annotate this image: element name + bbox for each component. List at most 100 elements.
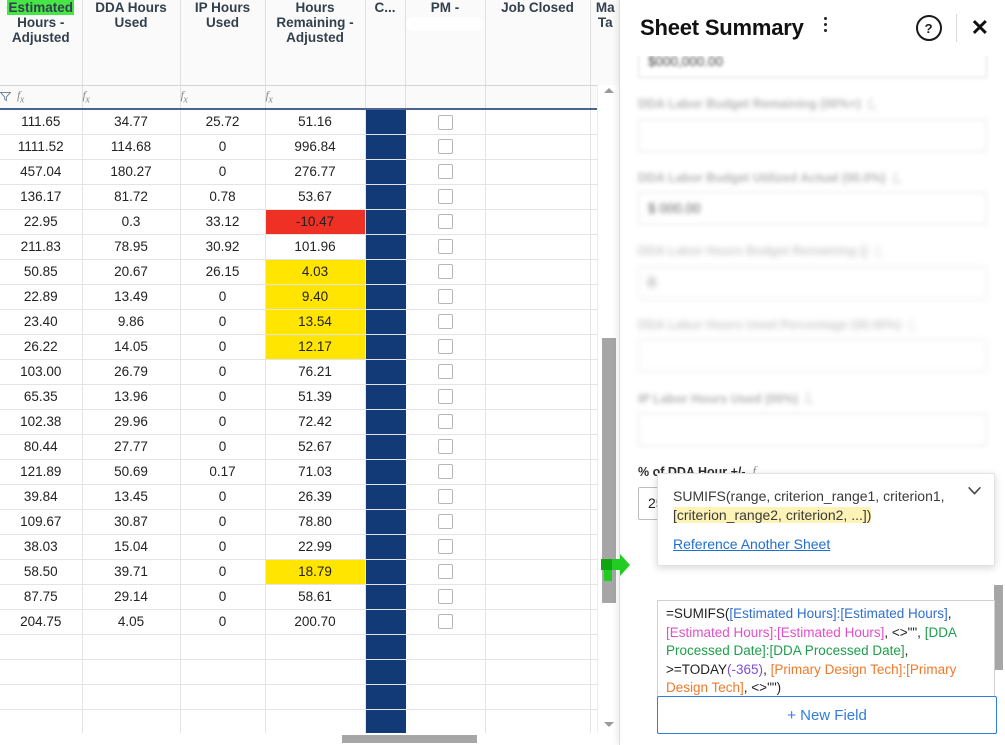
cell-pm-checkbox[interactable] — [405, 259, 486, 285]
cell-c-column[interactable] — [365, 159, 406, 185]
summary-field-redacted-4[interactable]: DDA Labor Hours Budget Remaining () fx 0 — [638, 242, 987, 299]
table-row[interactable] — [0, 709, 620, 735]
cell-estimated-hours-adjusted[interactable] — [0, 634, 83, 660]
cell-job-closed[interactable] — [485, 234, 591, 260]
cell-estimated-hours-adjusted[interactable]: 38.03 — [0, 534, 83, 560]
cell-hours-remaining-adjusted[interactable]: 76.21 — [265, 359, 366, 385]
cell-hours-remaining-adjusted[interactable] — [265, 659, 366, 685]
table-row[interactable]: 80.44 27.77 0 52.67 — [0, 434, 620, 460]
cell-c-column[interactable] — [365, 409, 406, 435]
table-row[interactable]: 109.67 30.87 0 78.80 — [0, 509, 620, 535]
cell-hours-remaining-adjusted[interactable]: 78.80 — [265, 509, 366, 535]
cell-c-column[interactable] — [365, 259, 406, 285]
cell-dda-hours-used[interactable] — [82, 659, 181, 685]
cell-ip-hours-used[interactable]: 0 — [180, 509, 266, 535]
cell-job-closed[interactable] — [485, 609, 591, 635]
cell-c-column[interactable] — [365, 634, 406, 660]
cell-job-closed[interactable] — [485, 384, 591, 410]
formula-icon[interactable]: fx — [83, 88, 90, 105]
table-row[interactable]: 22.95 0.3 33.12 -10.47 — [0, 209, 620, 235]
cell-job-closed[interactable] — [485, 459, 591, 485]
cell-hours-remaining-adjusted[interactable]: 996.84 — [265, 134, 366, 160]
cell-ip-hours-used[interactable]: 0.17 — [180, 459, 266, 485]
cell-dda-hours-used[interactable]: 0.3 — [82, 209, 181, 235]
checkbox-icon[interactable] — [437, 139, 453, 155]
cell-hours-remaining-adjusted[interactable]: 51.39 — [265, 384, 366, 410]
checkbox-icon[interactable] — [437, 389, 453, 405]
cell-pm-checkbox[interactable] — [405, 384, 486, 410]
checkbox-icon[interactable] — [437, 489, 453, 505]
cell-dda-hours-used[interactable]: 15.04 — [82, 534, 181, 560]
cell-c-column[interactable] — [365, 184, 406, 210]
cell-estimated-hours-adjusted[interactable] — [0, 659, 83, 685]
table-row[interactable]: 58.50 39.71 0 18.79 — [0, 559, 620, 585]
horizontal-scrollbar-thumb[interactable] — [342, 735, 477, 743]
checkbox-icon[interactable] — [437, 114, 453, 130]
table-row[interactable]: 87.75 29.14 0 58.61 — [0, 584, 620, 610]
cell-pm-checkbox[interactable] — [405, 134, 486, 160]
column-header-hours-remaining-adjusted[interactable]: Hours Remaining - Adjusted — [265, 0, 366, 86]
cell-pm-checkbox[interactable] — [405, 534, 486, 560]
cell-dda-hours-used[interactable]: 180.27 — [82, 159, 181, 185]
table-row[interactable]: 50.85 20.67 26.15 4.03 — [0, 259, 620, 285]
checkbox-icon[interactable] — [437, 364, 453, 380]
checkbox-icon[interactable] — [437, 589, 453, 605]
cell-c-column[interactable] — [365, 309, 406, 335]
cell-dda-hours-used[interactable]: 30.87 — [82, 509, 181, 535]
checkbox-icon[interactable] — [437, 214, 453, 230]
table-row[interactable]: 23.40 9.86 0 13.54 — [0, 309, 620, 335]
checkbox-icon[interactable] — [437, 414, 453, 430]
field-input[interactable]: 0 — [638, 265, 987, 299]
cell-job-closed[interactable] — [485, 334, 591, 360]
cell-estimated-hours-adjusted[interactable]: 23.40 — [0, 309, 83, 335]
cell-c-column[interactable] — [365, 384, 406, 410]
cell-dda-hours-used[interactable]: 26.79 — [82, 359, 181, 385]
field-input[interactable] — [638, 118, 987, 152]
cell-estimated-hours-adjusted[interactable]: 87.75 — [0, 584, 83, 610]
cell-job-closed[interactable] — [485, 634, 591, 660]
cell-ip-hours-used[interactable]: 30.92 — [180, 234, 266, 260]
cell-hours-remaining-adjusted[interactable]: 52.67 — [265, 434, 366, 460]
cell-ip-hours-used[interactable]: 0 — [180, 609, 266, 635]
cell-hours-remaining-adjusted[interactable]: 276.77 — [265, 159, 366, 185]
cell-dda-hours-used[interactable]: 81.72 — [82, 184, 181, 210]
column-header-pm[interactable]: PM - — [405, 0, 486, 86]
formula-icon[interactable]: fx — [875, 242, 883, 261]
cell-c-column[interactable] — [365, 509, 406, 535]
cell-c-column[interactable] — [365, 334, 406, 360]
cell-c-column[interactable] — [365, 109, 406, 135]
kebab-menu-icon[interactable] — [816, 17, 836, 39]
cell-hours-remaining-adjusted[interactable] — [265, 684, 366, 710]
cell-pm-checkbox[interactable] — [405, 159, 486, 185]
new-field-button[interactable]: + New Field — [657, 696, 997, 734]
table-row[interactable]: 39.84 13.45 0 26.39 — [0, 484, 620, 510]
cell-job-closed[interactable] — [485, 184, 591, 210]
cell-dda-hours-used[interactable]: 29.14 — [82, 584, 181, 610]
table-row[interactable]: 38.03 15.04 0 22.99 — [0, 534, 620, 560]
cell-ip-hours-used[interactable]: 0 — [180, 359, 266, 385]
table-row[interactable]: 1111.52 114.68 0 996.84 — [0, 134, 620, 160]
table-row[interactable]: 26.22 14.05 0 12.17 — [0, 334, 620, 360]
cell-job-closed[interactable] — [485, 159, 591, 185]
cell-dda-hours-used[interactable] — [82, 634, 181, 660]
cell-ip-hours-used[interactable]: 0 — [180, 384, 266, 410]
cell-hours-remaining-adjusted[interactable]: 200.70 — [265, 609, 366, 635]
checkbox-icon[interactable] — [437, 264, 453, 280]
cell-dda-hours-used[interactable]: 29.96 — [82, 409, 181, 435]
cell-estimated-hours-adjusted[interactable] — [0, 709, 83, 735]
checkbox-icon[interactable] — [437, 339, 453, 355]
cell-pm-checkbox[interactable] — [405, 509, 486, 535]
summary-field-redacted-5[interactable]: DDA Labor Hours Used Percentage (00.00%)… — [638, 316, 987, 373]
cell-pm-checkbox[interactable] — [405, 659, 486, 685]
checkbox-icon[interactable] — [437, 539, 453, 555]
formula-icon[interactable]: fx — [893, 169, 901, 188]
table-row[interactable]: 136.17 81.72 0.78 53.67 — [0, 184, 620, 210]
cell-pm-checkbox[interactable] — [405, 584, 486, 610]
cell-c-column[interactable] — [365, 434, 406, 460]
help-icon[interactable]: ? — [915, 15, 942, 41]
column-header-estimated-hours-adjusted[interactable]: Estimated Hours - Adjusted — [0, 0, 83, 86]
cell-ip-hours-used[interactable] — [180, 709, 266, 735]
cell-job-closed[interactable] — [485, 359, 591, 385]
table-row[interactable]: 204.75 4.05 0 200.70 — [0, 609, 620, 635]
table-row[interactable]: 103.00 26.79 0 76.21 — [0, 359, 620, 385]
